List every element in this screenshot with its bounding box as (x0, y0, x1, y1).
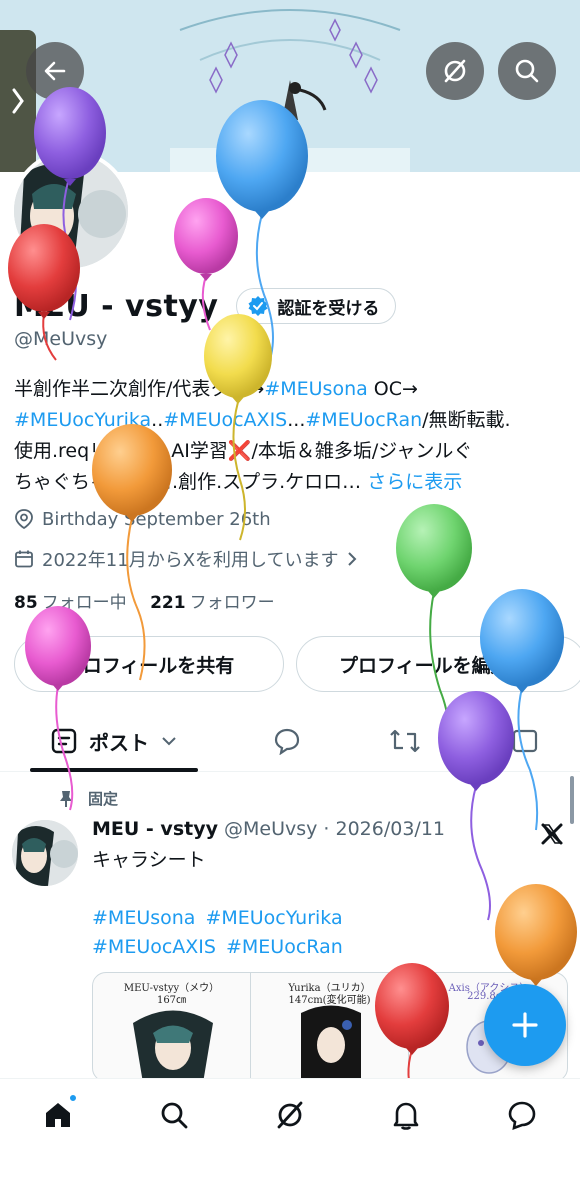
balloon-green-1 (396, 504, 472, 741)
scrollbar[interactable] (570, 776, 574, 824)
follow-stats: 85 フォロー中 221 フォロワー (14, 588, 275, 613)
bell-icon (393, 1102, 419, 1130)
post-text: キャラシート (92, 849, 206, 871)
x-logo-icon[interactable] (540, 822, 564, 846)
grok-icon (277, 1101, 303, 1129)
repost-icon (390, 729, 420, 753)
share-profile-label: プロフィールを共有 (63, 654, 235, 677)
nav-grok[interactable] (270, 1095, 310, 1135)
followers-count: 221 (150, 593, 186, 613)
followers-label: フォロワー (189, 593, 275, 613)
tab-reposts[interactable] (380, 712, 430, 770)
pinned-label: 固定 (88, 790, 119, 808)
avatar-image (12, 820, 78, 886)
tab-media[interactable] (500, 712, 550, 770)
hashtag-link[interactable]: #MEUocAXIS (163, 409, 287, 431)
nav-search[interactable] (154, 1095, 194, 1135)
tab-posts-label: ポスト (89, 730, 149, 755)
post-handle-date: @MeUvsy · 2026/03/11 (223, 818, 445, 840)
character-illustration (301, 1005, 361, 1081)
edit-profile-label: プロフィールを編集 (339, 654, 510, 677)
bio-line2-suffix: /無断転載. (422, 409, 511, 431)
plus-icon (512, 1012, 538, 1038)
bio-line4: ちゃぐちゃ ボカロ.創作.スプラ.ケロロ… (14, 471, 362, 493)
media-cell: Yurika（ユリカ） 147cm(変化可能) (251, 973, 409, 1081)
profile-handle: @MeUvsy (14, 328, 108, 350)
post-header: MEU - vstyy @MeUvsy · 2026/03/11 (92, 818, 445, 840)
show-more-link[interactable]: さらに表示 (367, 471, 462, 493)
pinned-indicator: 固定 (58, 788, 118, 809)
nav-notifications[interactable] (386, 1095, 426, 1135)
joined-row[interactable]: 2022年11月からXを利用しています (14, 546, 357, 572)
side-drawer-handle[interactable] (0, 30, 36, 172)
hashtag-link[interactable]: #MEUsona (92, 907, 195, 929)
active-tab-indicator (30, 768, 198, 772)
post-author[interactable]: MEU - vstyy (92, 818, 218, 840)
post-avatar[interactable] (12, 820, 78, 886)
post-list-icon (51, 728, 77, 754)
hashtag-link[interactable]: #MEUocAXIS (92, 936, 216, 958)
grok-icon (444, 59, 466, 83)
chevron-down-icon (162, 737, 176, 746)
nav-home[interactable] (38, 1093, 78, 1135)
edit-profile-button[interactable]: プロフィールを編集 (296, 636, 580, 692)
tab-replies[interactable] (262, 712, 312, 770)
back-button[interactable] (26, 42, 84, 100)
media-cell: MEU-vstyy（メウ） 167㎝ (93, 973, 251, 1081)
birthday-row: Birthday September 26th (14, 508, 271, 530)
character-illustration (133, 1010, 213, 1081)
hashtag-link[interactable]: #MEUocRan (305, 409, 422, 431)
profile-name: MEU - vstyy (14, 288, 219, 324)
birthday-text: Birthday September 26th (42, 508, 271, 530)
message-icon (508, 1101, 536, 1131)
location-pin-icon (15, 509, 33, 530)
media-icon (512, 729, 538, 753)
post-hashtags: #MEUsona #MEUocYurika #MEUocAXIS #MEUocRan (92, 904, 353, 962)
search-icon (515, 59, 539, 83)
following-label: フォロー中 (41, 593, 127, 613)
bio-line1: 半創作半二次創作/代表タグ→ (14, 378, 265, 400)
following-link[interactable]: 85 フォロー中 (14, 593, 127, 613)
search-button[interactable] (498, 42, 556, 100)
following-count: 85 (14, 593, 38, 613)
profile-banner[interactable] (0, 0, 580, 172)
verified-badge-icon (248, 296, 268, 316)
share-profile-button[interactable]: プロフィールを共有 (14, 636, 284, 692)
avatar-image (14, 154, 128, 268)
bio-separator: .. (151, 409, 164, 431)
hashtag-link[interactable]: #MEUsona (264, 378, 367, 400)
profile-bio: 半創作半二次創作/代表タグ→#MEUsona OC→ #MEUocYurika.… (14, 374, 564, 498)
bottom-navigation (0, 1078, 580, 1200)
profile-tabs: ポスト (0, 712, 580, 772)
tab-posts[interactable]: ポスト (30, 712, 198, 770)
notification-dot (68, 1093, 78, 1103)
chevron-right-icon (347, 552, 356, 566)
hashtag-link[interactable]: #MEUocYurika (14, 409, 151, 431)
avatar[interactable] (10, 150, 132, 272)
followers-link[interactable]: 221 フォロワー (150, 593, 275, 613)
nav-messages[interactable] (502, 1095, 542, 1135)
bio-separator: ... (287, 409, 306, 431)
get-verified-button[interactable]: 認証を受ける (236, 288, 397, 324)
get-verified-label: 認証を受ける (277, 298, 380, 319)
bio-line1-suffix: OC→ (367, 378, 418, 400)
balloon-blue-2 (480, 589, 564, 831)
hashtag-link[interactable]: #MEUocYurika (205, 907, 342, 929)
search-icon (161, 1102, 188, 1129)
joined-text: 2022年11月からXを利用しています (42, 550, 339, 571)
pin-icon (60, 790, 72, 807)
banner-artwork (0, 0, 580, 172)
bio-line3: 使用.reqリプレス.AI学習❌/本垢＆雑多垢/ジャンルぐ (14, 440, 473, 462)
grok-button[interactable] (426, 42, 484, 100)
calendar-icon (15, 550, 33, 568)
compose-button[interactable] (484, 984, 566, 1066)
home-icon (46, 1103, 70, 1127)
arrow-left-icon (44, 61, 66, 81)
chevron-right-icon (12, 88, 24, 114)
hashtag-link[interactable]: #MEUocRan (226, 936, 343, 958)
reply-icon (274, 728, 300, 755)
